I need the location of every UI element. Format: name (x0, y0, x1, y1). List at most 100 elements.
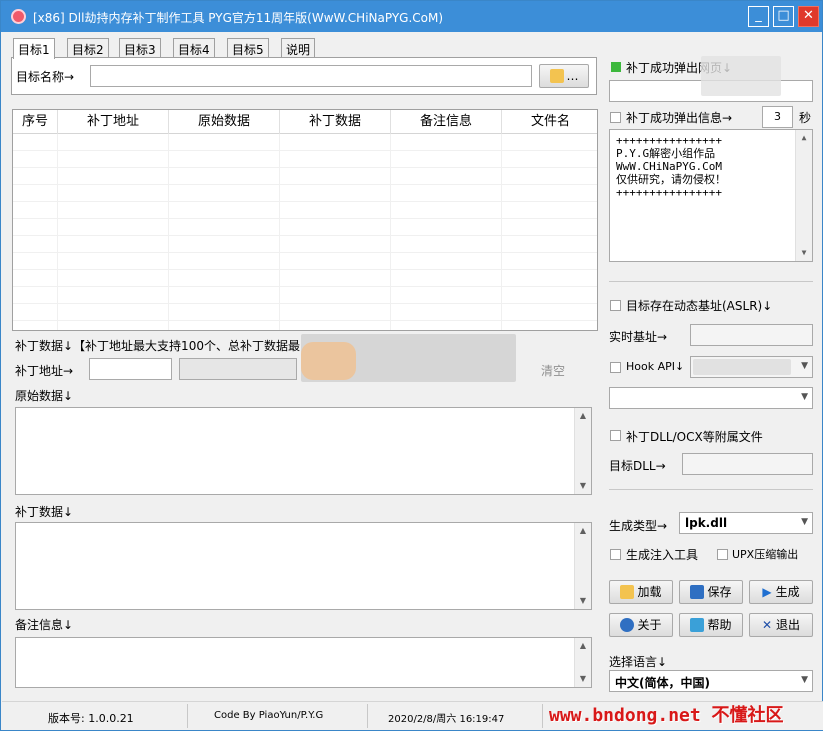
about-button[interactable]: 关于 (609, 613, 673, 637)
folder-open-icon (620, 585, 635, 599)
scrollbar[interactable]: ▲ ▼ (795, 130, 812, 261)
gen-type-value: lpk.dll (685, 516, 728, 530)
main-window: [x86] Dll劫持内存补丁制作工具 PYG官方11周年版(WwW.CHiNa… (0, 0, 823, 731)
code-by-label: Code By PiaoYun/P.Y.G (214, 710, 324, 721)
table-row[interactable] (13, 287, 597, 304)
scrollbar[interactable]: ▲ ▼ (574, 523, 591, 609)
scroll-up-icon[interactable]: ▲ (575, 523, 591, 539)
scrollbar[interactable]: ▲ ▼ (574, 638, 591, 687)
tab-target3[interactable]: 目标3 (119, 38, 161, 58)
col-address[interactable]: 补丁地址 (58, 110, 169, 134)
app-icon (11, 9, 26, 24)
chevron-down-icon: ▼ (801, 361, 808, 371)
hook-function-select[interactable]: ▼ (609, 387, 813, 409)
tab-target1[interactable]: 目标1 (13, 38, 55, 59)
tab-readme[interactable]: 说明 (281, 38, 316, 58)
scroll-down-icon[interactable]: ▼ (796, 245, 812, 261)
table-row[interactable] (13, 185, 597, 202)
minimize-button[interactable]: _ (748, 6, 769, 27)
col-index[interactable]: 序号 (13, 110, 58, 134)
tab-target4[interactable]: 目标4 (173, 38, 215, 58)
divider (187, 704, 188, 728)
popup-msg-label: 补丁成功弹出信息→ (626, 111, 733, 125)
aslr-label: 目标存在动态基址(ASLR)↓ (626, 299, 773, 313)
table-row[interactable] (13, 270, 597, 287)
scroll-up-icon[interactable]: ▲ (575, 638, 591, 654)
divider (609, 281, 813, 282)
col-note[interactable]: 备注信息 (391, 110, 502, 134)
realtime-base-input[interactable] (690, 324, 813, 346)
col-filename[interactable]: 文件名 (502, 110, 597, 134)
gen-type-select[interactable]: lpk.dll ▼ (679, 512, 813, 534)
scroll-up-icon[interactable]: ▲ (575, 408, 591, 424)
chevron-down-icon: ▼ (801, 675, 808, 685)
table-row[interactable] (13, 151, 597, 168)
close-button[interactable]: ✕ (798, 6, 819, 27)
popup-web-checkbox[interactable] (611, 62, 621, 72)
patch-data-header: 补丁数据↓【补丁地址最大支持100个、总补丁数据最 (15, 339, 300, 353)
upx-label: UPX压缩输出 (732, 548, 799, 561)
maximize-button[interactable]: □ (773, 6, 794, 27)
patch-value-input[interactable] (179, 358, 297, 380)
patch-data-textarea[interactable]: ▲ ▼ (15, 522, 592, 610)
divider (609, 489, 813, 490)
generate-button[interactable]: ▶ 生成 (749, 580, 813, 604)
col-original[interactable]: 原始数据 (169, 110, 280, 134)
table-row[interactable] (13, 236, 597, 253)
table-header: 序号 补丁地址 原始数据 补丁数据 备注信息 文件名 (13, 110, 597, 134)
seconds-unit-label: 秒 (799, 111, 812, 125)
language-value: 中文(简体，中国) (615, 676, 710, 690)
table-row[interactable] (13, 134, 597, 151)
divider (542, 704, 543, 728)
save-button[interactable]: 保存 (679, 580, 743, 604)
language-label: 选择语言↓ (609, 655, 668, 669)
language-select[interactable]: 中文(简体，中国) ▼ (609, 670, 813, 692)
target-dll-input[interactable] (682, 453, 813, 475)
help-button[interactable]: 帮助 (679, 613, 743, 637)
col-patch[interactable]: 补丁数据 (280, 110, 391, 134)
browse-button[interactable]: … (539, 64, 589, 88)
upx-checkbox[interactable] (717, 549, 728, 560)
scroll-down-icon[interactable]: ▼ (575, 671, 591, 687)
table-row[interactable] (13, 168, 597, 185)
table-row[interactable] (13, 304, 597, 321)
exit-button[interactable]: ✕ 退出 (749, 613, 813, 637)
popup-message-textarea[interactable]: ++++++++++++++++ P.Y.G解密小组作品 WwW.CHiNaPY… (609, 129, 813, 262)
tab-target5[interactable]: 目标5 (227, 38, 269, 58)
title-bar[interactable]: [x86] Dll劫持内存补丁制作工具 PYG官方11周年版(WwW.CHiNa… (1, 1, 822, 32)
dll-attach-checkbox[interactable] (610, 430, 621, 441)
hook-api-checkbox[interactable] (610, 362, 621, 373)
tab-target2[interactable]: 目标2 (67, 38, 109, 58)
original-data-textarea[interactable]: ▲ ▼ (15, 407, 592, 495)
note-label: 备注信息↓ (15, 618, 74, 632)
table-row[interactable] (13, 219, 597, 236)
load-button[interactable]: 加载 (609, 580, 673, 604)
gen-type-label: 生成类型→ (609, 519, 668, 533)
scroll-down-icon[interactable]: ▼ (575, 593, 591, 609)
gen-injector-checkbox[interactable] (610, 549, 621, 560)
chevron-down-icon: ▼ (801, 392, 808, 402)
patch-address-input[interactable] (89, 358, 172, 380)
table-row[interactable] (13, 253, 597, 270)
note-textarea[interactable]: ▲ ▼ (15, 637, 592, 688)
table-row[interactable] (13, 202, 597, 219)
chevron-down-icon: ▼ (801, 517, 808, 527)
patch-table[interactable]: 序号 补丁地址 原始数据 补丁数据 备注信息 文件名 (12, 109, 598, 331)
original-data-label: 原始数据↓ (15, 389, 74, 403)
watermark: www.bndong.net 不懂社区 (549, 705, 784, 726)
popup-msg-checkbox[interactable] (610, 112, 621, 123)
play-icon: ▶ (762, 585, 772, 599)
floppy-disk-icon (690, 585, 705, 599)
scrollbar[interactable]: ▲ ▼ (574, 408, 591, 494)
scroll-down-icon[interactable]: ▼ (575, 478, 591, 494)
popup-seconds-input[interactable]: 3 (762, 106, 793, 128)
target-panel: 目标名称→ … (11, 57, 597, 95)
divider (367, 704, 368, 728)
aslr-checkbox[interactable] (610, 300, 621, 311)
clear-button[interactable]: 清空 (541, 362, 565, 379)
target-name-input[interactable] (90, 65, 532, 87)
blurred-region (701, 56, 781, 96)
scroll-up-icon[interactable]: ▲ (796, 130, 812, 146)
datetime-label: 2020/2/8/周六 16:19:47 (388, 714, 505, 725)
blurred-region (301, 342, 356, 380)
